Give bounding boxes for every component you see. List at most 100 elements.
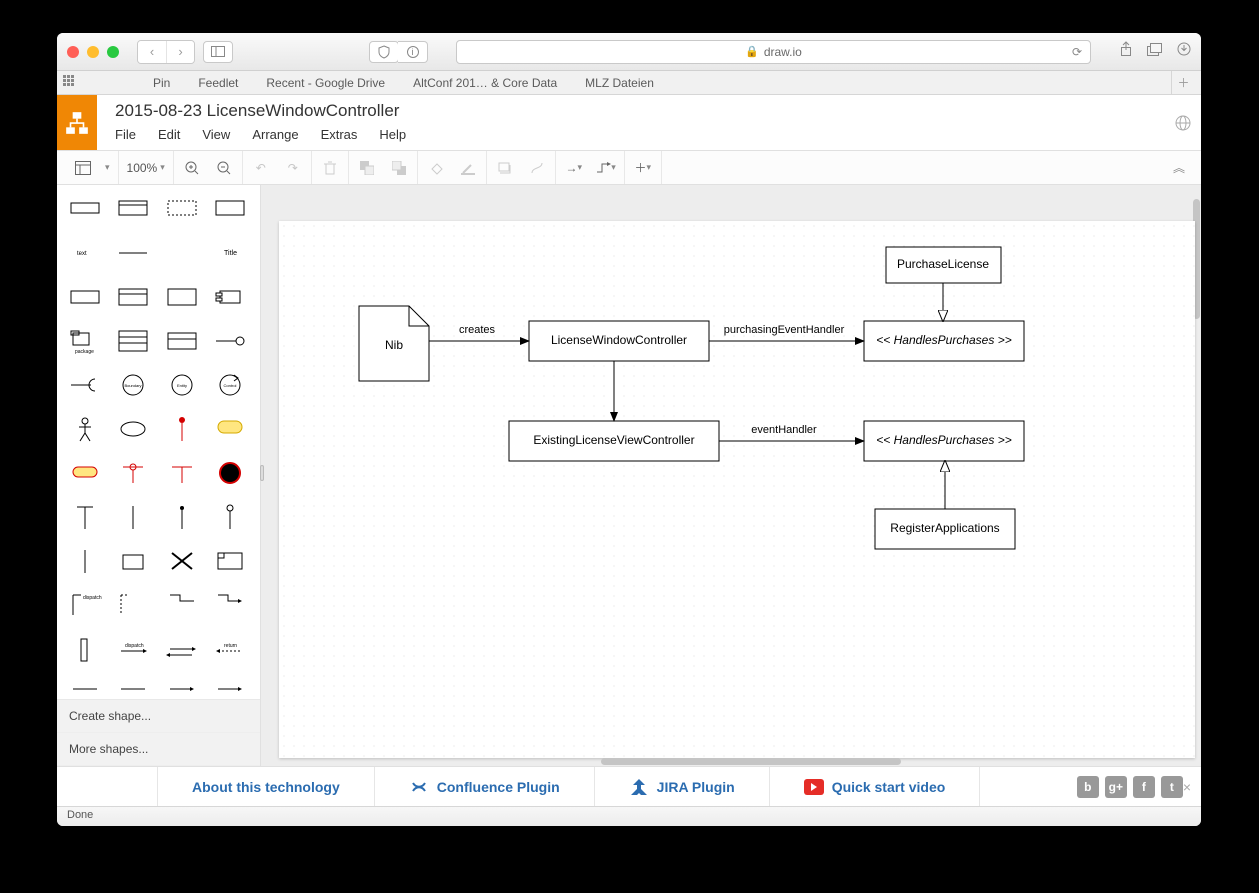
shape-thumb[interactable] xyxy=(160,277,206,319)
menu-extras[interactable]: Extras xyxy=(321,127,358,142)
shape-thumb[interactable] xyxy=(63,277,109,319)
shape-thumb[interactable] xyxy=(160,321,206,363)
to-front-button[interactable] xyxy=(357,158,377,178)
shape-thumb[interactable] xyxy=(160,629,206,671)
menu-help[interactable]: Help xyxy=(379,127,406,142)
shape-thumb[interactable]: Title xyxy=(208,233,254,275)
bookmark-link[interactable]: AltConf 201… & Core Data xyxy=(399,76,571,90)
horizontal-scrollbar[interactable] xyxy=(601,758,901,765)
googleplus-icon[interactable]: g+ xyxy=(1105,776,1127,798)
shape-thumb[interactable] xyxy=(208,321,254,363)
connection-button[interactable] xyxy=(527,158,547,178)
more-shapes-button[interactable]: More shapes... xyxy=(57,733,260,766)
app-logo[interactable] xyxy=(57,95,97,150)
shape-thumb[interactable] xyxy=(111,233,157,275)
to-back-button[interactable] xyxy=(389,158,409,178)
tabs-icon[interactable] xyxy=(1147,43,1163,61)
close-window-button[interactable] xyxy=(67,46,79,58)
shape-thumb[interactable] xyxy=(160,541,206,583)
shape-thumb[interactable] xyxy=(111,585,157,627)
info-button[interactable]: i xyxy=(398,41,428,63)
reload-icon[interactable]: ⟳ xyxy=(1072,45,1082,59)
shape-thumb[interactable] xyxy=(111,453,157,495)
shape-thumb[interactable] xyxy=(111,409,157,451)
shape-thumb[interactable] xyxy=(208,541,254,583)
shape-thumb[interactable] xyxy=(160,497,206,539)
shape-thumb[interactable] xyxy=(160,233,206,275)
url-bar[interactable]: 🔒 draw.io ⟳ xyxy=(456,40,1091,64)
shape-thumb[interactable] xyxy=(111,541,157,583)
promo-about[interactable]: About this technology xyxy=(157,767,375,806)
shape-thumb[interactable] xyxy=(63,629,109,671)
shape-thumb[interactable] xyxy=(208,673,254,699)
bookmark-link[interactable]: Feedlet xyxy=(184,76,252,90)
shape-thumb[interactable]: dispatch xyxy=(63,585,109,627)
shape-thumb[interactable] xyxy=(160,453,206,495)
menu-arrange[interactable]: Arrange xyxy=(252,127,298,142)
bookmark-link[interactable]: Recent - Google Drive xyxy=(252,76,399,90)
language-button[interactable] xyxy=(1165,95,1201,150)
shape-thumb[interactable] xyxy=(208,277,254,319)
line-color-button[interactable] xyxy=(458,158,478,178)
shape-thumb[interactable] xyxy=(63,453,109,495)
view-mode-button[interactable] xyxy=(73,158,93,178)
chevron-down-icon[interactable]: ▾ xyxy=(105,162,110,173)
shape-thumb[interactable] xyxy=(160,673,206,699)
promo-video[interactable]: Quick start video xyxy=(770,767,981,806)
new-tab-button[interactable]: ＋ xyxy=(1171,71,1195,94)
promo-jira[interactable]: JIRA Plugin xyxy=(595,767,770,806)
top-sites-icon[interactable] xyxy=(63,75,79,91)
shape-thumb[interactable] xyxy=(208,585,254,627)
insert-button[interactable]: ＋ ▾ xyxy=(633,158,653,178)
shape-thumb[interactable] xyxy=(160,585,206,627)
close-promo-button[interactable]: × xyxy=(1183,779,1191,795)
document-title[interactable]: 2015-08-23 LicenseWindowController xyxy=(115,101,1147,121)
sidebar-splitter[interactable] xyxy=(260,465,264,481)
shape-thumb[interactable] xyxy=(111,497,157,539)
shape-thumb[interactable]: text xyxy=(63,233,109,275)
shape-thumb[interactable] xyxy=(63,365,109,407)
shape-thumb[interactable]: dispatch xyxy=(111,629,157,671)
shape-thumb[interactable] xyxy=(63,673,109,699)
shape-thumb[interactable] xyxy=(63,541,109,583)
maximize-window-button[interactable] xyxy=(107,46,119,58)
shape-thumb[interactable] xyxy=(111,189,157,231)
blogger-icon[interactable]: b xyxy=(1077,776,1099,798)
downloads-icon[interactable] xyxy=(1177,42,1191,61)
back-button[interactable]: ‹ xyxy=(138,41,166,63)
shield-button[interactable] xyxy=(369,41,399,63)
undo-button[interactable]: ↶ xyxy=(251,158,271,178)
shape-thumb[interactable]: package xyxy=(63,321,109,363)
shape-thumb[interactable] xyxy=(111,673,157,699)
collapse-panel-button[interactable]: ︽ xyxy=(1165,159,1193,176)
zoom-level[interactable]: 100% ▾ xyxy=(127,161,165,175)
minimize-window-button[interactable] xyxy=(87,46,99,58)
shape-thumb[interactable] xyxy=(208,409,254,451)
sidebar-toggle-button[interactable] xyxy=(203,41,233,63)
diagram-canvas[interactable]: Nib LicenseWindowController ExistingLice… xyxy=(279,221,1195,758)
twitter-icon[interactable]: t xyxy=(1161,776,1183,798)
shape-thumb[interactable] xyxy=(111,321,157,363)
shape-thumb[interactable] xyxy=(160,409,206,451)
shape-thumb[interactable] xyxy=(63,497,109,539)
delete-button[interactable] xyxy=(320,158,340,178)
shape-thumb[interactable] xyxy=(208,189,254,231)
zoom-out-button[interactable] xyxy=(214,158,234,178)
facebook-icon[interactable]: f xyxy=(1133,776,1155,798)
menu-file[interactable]: File xyxy=(115,127,136,142)
shadow-button[interactable] xyxy=(495,158,515,178)
share-icon[interactable] xyxy=(1119,41,1133,62)
create-shape-button[interactable]: Create shape... xyxy=(57,700,260,733)
bookmark-link[interactable]: Pin xyxy=(139,76,184,90)
shape-thumb[interactable] xyxy=(208,497,254,539)
shape-thumb[interactable] xyxy=(63,409,109,451)
fill-color-button[interactable] xyxy=(426,158,446,178)
redo-button[interactable]: ↷ xyxy=(283,158,303,178)
menu-edit[interactable]: Edit xyxy=(158,127,180,142)
bookmark-link[interactable]: MLZ Dateien xyxy=(571,76,668,90)
connector-style-button[interactable]: → ▾ xyxy=(564,158,584,178)
shape-thumb[interactable] xyxy=(160,189,206,231)
shape-thumb[interactable]: return xyxy=(208,629,254,671)
shape-thumb[interactable]: Entity xyxy=(160,365,206,407)
shape-thumb[interactable] xyxy=(208,453,254,495)
